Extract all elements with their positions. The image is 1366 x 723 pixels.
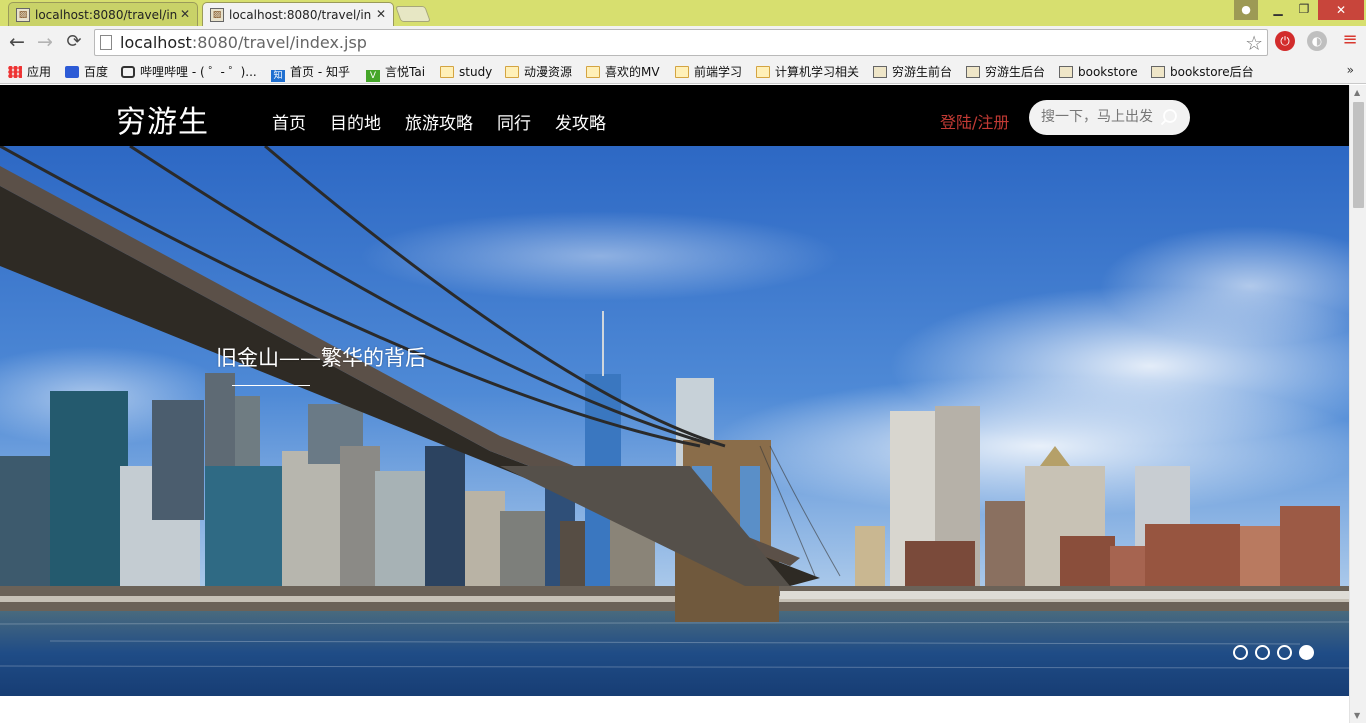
new-tab-button[interactable] bbox=[395, 6, 431, 22]
bookmark-bookstore[interactable]: bookstore bbox=[1059, 63, 1138, 81]
folder-icon bbox=[586, 66, 600, 78]
scroll-up-icon[interactable]: ▲ bbox=[1354, 88, 1360, 97]
search-box bbox=[1029, 100, 1190, 135]
address-bar[interactable]: localhost:8080/travel/index.jsp ☆ bbox=[94, 29, 1268, 56]
page-favicon-icon: ▨ bbox=[210, 8, 224, 22]
bookmark-apps[interactable]: 应用 bbox=[8, 63, 51, 81]
bookmarks-more-icon[interactable]: » bbox=[1347, 63, 1354, 77]
nav-destination[interactable]: 目的地 bbox=[330, 109, 381, 134]
nav-companions[interactable]: 同行 bbox=[497, 109, 531, 134]
image-icon bbox=[966, 66, 980, 78]
browser-menu-icon[interactable]: ≡ bbox=[1340, 30, 1360, 50]
site-logo[interactable]: 穷游生 bbox=[116, 97, 209, 141]
image-icon bbox=[1059, 66, 1073, 78]
browser-tab-2[interactable]: ▨ localhost:8080/travel/in ✕ bbox=[202, 2, 394, 26]
bookmark-bookstore-admin[interactable]: bookstore后台 bbox=[1151, 63, 1254, 81]
scroll-thumb[interactable] bbox=[1353, 102, 1364, 208]
bookmark-star-icon[interactable]: ☆ bbox=[1245, 31, 1263, 55]
apps-icon bbox=[8, 66, 22, 78]
bookmark-front-site[interactable]: 穷游生前台 bbox=[873, 63, 952, 81]
bookmark-study[interactable]: study bbox=[440, 63, 492, 81]
main-nav: 首页 目的地 旅游攻略 同行 发攻略 bbox=[272, 109, 630, 134]
carousel-dot-3[interactable] bbox=[1277, 645, 1292, 660]
carousel-dot-1[interactable] bbox=[1233, 645, 1248, 660]
bookmark-anime[interactable]: 动漫资源 bbox=[505, 63, 572, 81]
window-close-icon[interactable]: ✕ bbox=[1318, 0, 1364, 20]
slide-caption: 旧金山——繁华的背后 bbox=[216, 346, 426, 370]
folder-icon bbox=[756, 66, 770, 78]
caption-underline bbox=[232, 385, 310, 386]
tab-strip: ▨ localhost:8080/travel/in ✕ ▨ localhost… bbox=[0, 0, 1366, 26]
back-arrow-icon[interactable]: ← bbox=[5, 31, 29, 55]
extension-icon[interactable]: ◐ bbox=[1307, 31, 1327, 51]
minimize-icon[interactable]: ▁ bbox=[1266, 0, 1290, 20]
page-scrollbar[interactable]: ▲ ▼ bbox=[1349, 85, 1366, 723]
paw-icon bbox=[65, 66, 79, 78]
image-icon bbox=[1151, 66, 1165, 78]
bookmark-mv[interactable]: 喜欢的MV bbox=[586, 63, 660, 81]
carousel-dot-2[interactable] bbox=[1255, 645, 1270, 660]
tab-title: localhost:8080/travel/in bbox=[229, 8, 372, 22]
folder-icon bbox=[505, 66, 519, 78]
site-header: 穷游生 首页 目的地 旅游攻略 同行 发攻略 登陆/注册 bbox=[0, 85, 1349, 146]
page-icon bbox=[100, 35, 112, 50]
image-icon bbox=[873, 66, 887, 78]
scroll-down-icon[interactable]: ▼ bbox=[1354, 711, 1360, 720]
carousel-indicators bbox=[1233, 645, 1321, 660]
bookmark-yanyue[interactable]: V 言悦Tai bbox=[366, 63, 425, 82]
bookmark-frontend[interactable]: 前端学习 bbox=[675, 63, 742, 81]
search-icon[interactable] bbox=[1160, 108, 1178, 126]
bookmark-cs[interactable]: 计算机学习相关 bbox=[756, 63, 859, 81]
zhihu-icon: 知 bbox=[271, 70, 285, 82]
page-favicon-icon: ▨ bbox=[16, 8, 30, 22]
browser-toolbar: ← → ⟳ localhost:8080/travel/index.jsp ☆ bbox=[0, 26, 1366, 60]
bookmark-bilibili[interactable]: 哔哩哔哩 - ( ゜- ゜)... bbox=[121, 63, 257, 81]
url-text[interactable]: localhost:8080/travel/index.jsp bbox=[120, 33, 367, 52]
user-icon[interactable]: ● bbox=[1234, 0, 1258, 20]
close-tab-icon[interactable]: ✕ bbox=[180, 7, 190, 21]
tv-icon bbox=[121, 66, 135, 78]
maximize-icon[interactable]: ❐ bbox=[1292, 0, 1316, 20]
browser-tab-1[interactable]: ▨ localhost:8080/travel/in ✕ bbox=[8, 2, 198, 26]
carousel-dot-4[interactable] bbox=[1299, 645, 1314, 660]
folder-icon bbox=[675, 66, 689, 78]
forward-arrow-icon[interactable]: → bbox=[33, 31, 57, 55]
bookmark-baidu[interactable]: 百度 bbox=[65, 63, 108, 81]
bookmark-zhihu[interactable]: 知首页 - 知乎 bbox=[271, 63, 350, 82]
close-tab-icon[interactable]: ✕ bbox=[376, 7, 386, 21]
adblock-extension-icon[interactable]: ⏻ bbox=[1275, 31, 1295, 51]
green-icon: V bbox=[366, 70, 380, 82]
search-input[interactable] bbox=[1041, 107, 1161, 127]
login-register-link[interactable]: 登陆/注册 bbox=[940, 109, 1009, 133]
tab-title: localhost:8080/travel/in bbox=[35, 8, 178, 22]
reload-icon[interactable]: ⟳ bbox=[62, 31, 86, 55]
bookmarks-bar: 应用 百度 哔哩哔哩 - ( ゜- ゜)... 知首页 - 知乎 V 言悦Tai … bbox=[0, 60, 1366, 84]
nav-guides[interactable]: 旅游攻略 bbox=[405, 109, 473, 134]
nav-home[interactable]: 首页 bbox=[272, 109, 306, 134]
nav-post-guide[interactable]: 发攻略 bbox=[555, 109, 606, 134]
hero-carousel: 旧金山——繁华的背后 bbox=[0, 146, 1349, 696]
folder-icon bbox=[440, 66, 454, 78]
bookmark-admin-site[interactable]: 穷游生后台 bbox=[966, 63, 1045, 81]
web-page: 穷游生 首页 目的地 旅游攻略 同行 发攻略 登陆/注册 搜一下，马上出发 旧金… bbox=[0, 85, 1349, 723]
hero-image bbox=[0, 146, 1349, 696]
